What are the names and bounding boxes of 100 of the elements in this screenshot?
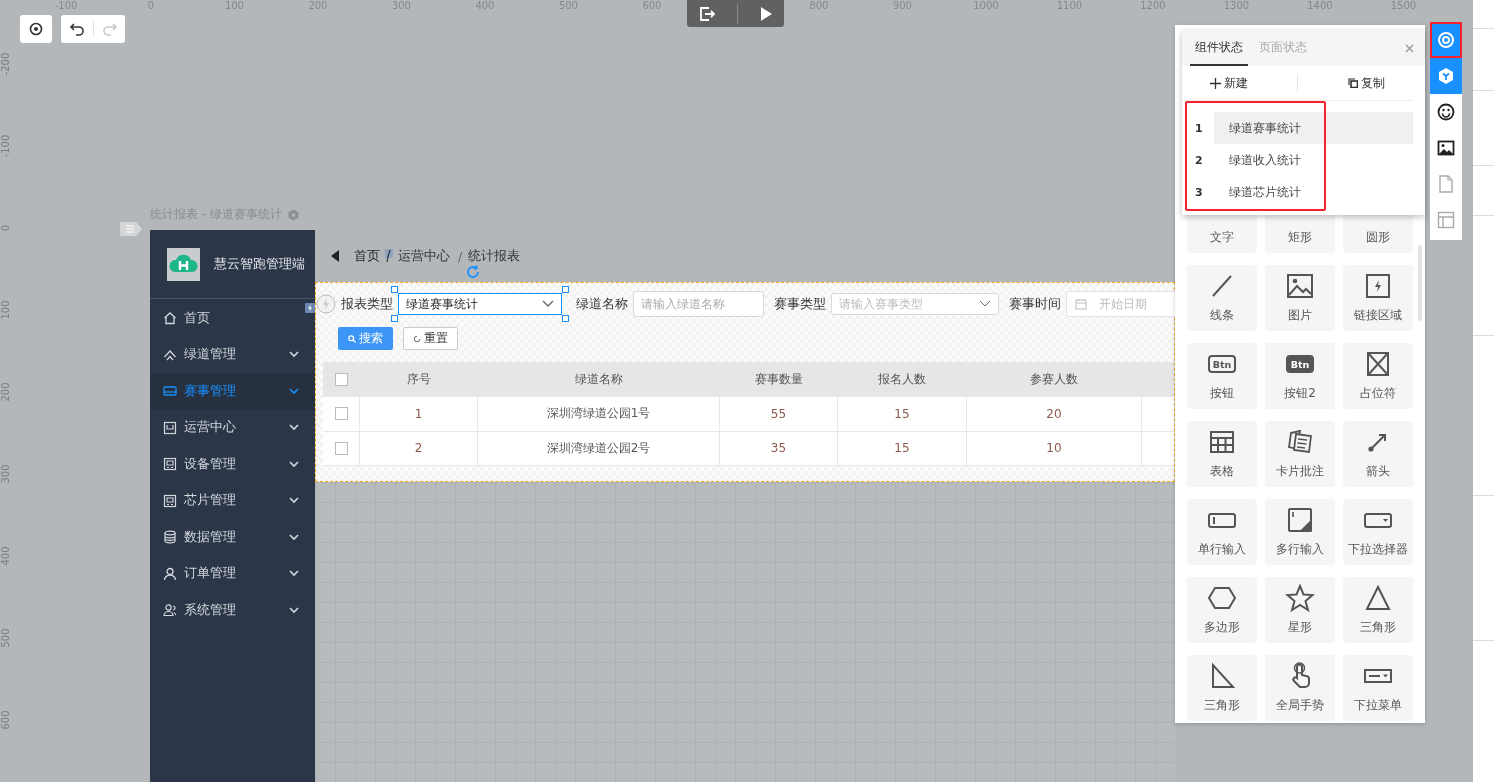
resize-handle[interactable] (562, 286, 569, 293)
ruler-label: 500 (0, 627, 12, 650)
component-tile[interactable]: Btn 按钮 (1187, 343, 1257, 409)
device-icon (163, 493, 177, 508)
filter-label: 赛事类型 (774, 295, 826, 313)
copy-button[interactable]: 复制 (1342, 73, 1392, 93)
triangle-icon (1363, 584, 1393, 612)
column-header: 绿道名称 (478, 362, 720, 396)
ruler-label: -100 (0, 133, 12, 160)
sidebar-menu-item[interactable]: 运营中心 (150, 409, 315, 446)
target-button[interactable] (20, 15, 52, 43)
resize-handle[interactable] (562, 315, 569, 322)
component-tile[interactable]: 表格 (1187, 421, 1257, 487)
image-icon (1285, 272, 1315, 300)
new-button[interactable]: 新建 (1203, 73, 1254, 93)
component-tile[interactable]: 多边形 (1187, 577, 1257, 643)
component-tile[interactable]: 下拉菜单 (1343, 655, 1413, 721)
reset-button[interactable]: 重置 (403, 327, 458, 350)
pin-icon (385, 249, 393, 263)
component-tile[interactable]: 卡片批注 (1265, 421, 1335, 487)
exit-icon[interactable] (697, 4, 716, 23)
breadcrumb-link[interactable]: 统计报表 (468, 247, 521, 265)
select-field[interactable]: 绿道赛事统计 (398, 293, 562, 315)
sidebar-menu-item[interactable]: 赛事管理 (150, 373, 315, 410)
state-item[interactable]: 绿道收入统计 (1214, 144, 1413, 176)
table-cell: 15 (838, 431, 967, 465)
database-icon (163, 530, 177, 545)
chevron-down-icon (289, 424, 299, 432)
state-number: 3 (1194, 185, 1204, 199)
layout-icon (1437, 211, 1455, 229)
state-number: 2 (1194, 153, 1204, 167)
chevron-down-icon (542, 300, 554, 308)
home-icon (163, 311, 177, 326)
device-icon (163, 457, 177, 472)
cube-icon (1437, 67, 1455, 85)
image-icon (1437, 139, 1455, 157)
breadcrumb-link[interactable]: 首页 (354, 247, 380, 265)
component-tile[interactable]: Btn 按钮2 (1265, 343, 1335, 409)
component-tile[interactable]: 三角形 (1187, 655, 1257, 721)
chevron-down-icon (289, 606, 299, 614)
table-cell: 1 (360, 397, 478, 431)
component-tile[interactable]: 占位符 (1343, 343, 1413, 409)
sidebar-menu-item[interactable]: 芯片管理 (150, 482, 315, 519)
ruler-label: 200 (0, 381, 12, 404)
ruler-label: 300 (0, 463, 12, 486)
card-icon (163, 384, 177, 399)
component-tile[interactable]: 链接区域 (1343, 265, 1413, 331)
checkbox[interactable] (334, 441, 348, 455)
textarea-icon (1285, 506, 1315, 534)
table-cell: 2 (360, 431, 478, 465)
user-icon (163, 566, 177, 581)
plus-icon (1209, 77, 1221, 89)
resize-handle[interactable] (391, 286, 398, 293)
component-tile[interactable]: 线条 (1187, 265, 1257, 331)
sidebar-menu-item[interactable]: 设备管理 (150, 446, 315, 483)
component-tile[interactable]: 三角形 (1343, 577, 1413, 643)
collapse-arrow-icon[interactable] (330, 249, 340, 263)
brand-name: 慧云智跑管理端 (214, 255, 305, 273)
table-cell: 20 (967, 397, 1142, 431)
component-tile[interactable]: 图片 (1265, 265, 1335, 331)
table-cell: 15 (838, 397, 967, 431)
state-item[interactable]: 绿道赛事统计 (1214, 112, 1413, 144)
sidebar-menu-item[interactable]: 首页 (150, 300, 315, 337)
checkbox[interactable] (334, 407, 348, 421)
sidebar-menu-item[interactable]: 绿道管理 (150, 336, 315, 373)
state-number: 1 (1194, 121, 1204, 135)
resize-handle[interactable] (391, 315, 398, 322)
checkbox[interactable] (334, 372, 348, 386)
reset-icon (413, 334, 421, 343)
page-menu-icon[interactable] (120, 222, 142, 236)
component-tile[interactable]: 单行输入 (1187, 499, 1257, 565)
play-icon[interactable] (759, 5, 774, 22)
ruler-label: 100 (0, 299, 12, 322)
component-tile[interactable]: 下拉选择器 (1343, 499, 1413, 565)
sidebar-menu-item[interactable]: 订单管理 (150, 555, 315, 592)
breadcrumb-link[interactable]: 运营中心 (398, 247, 450, 265)
ruler-label: -200 (0, 51, 12, 78)
redo-icon[interactable] (101, 22, 118, 36)
component-tile[interactable]: 箭头 (1343, 421, 1413, 487)
component-tile[interactable]: 星形 (1265, 577, 1335, 643)
close-icon[interactable] (1405, 44, 1414, 53)
sidebar-menu-item[interactable]: 数据管理 (150, 519, 315, 556)
chevron-down-icon (289, 497, 299, 505)
sidebar-menu-item[interactable]: 系统管理 (150, 592, 315, 629)
chevron-down-icon (289, 460, 299, 468)
undo-icon[interactable] (68, 22, 85, 36)
tab[interactable]: 组件状态 (1190, 30, 1248, 66)
board-icon (163, 420, 177, 435)
table-cell: 深圳湾绿道公园2号 (478, 431, 720, 465)
chevron-down-icon (289, 351, 299, 359)
rotate-icon[interactable] (466, 265, 480, 279)
component-tile[interactable]: 全局手势 (1265, 655, 1335, 721)
note-icon (1285, 428, 1315, 456)
breadcrumb-separator: / (458, 248, 463, 264)
file-icon (1437, 175, 1455, 193)
input-field[interactable]: 请输入绿道名称 (633, 291, 764, 317)
target-tool-button[interactable] (1430, 22, 1462, 58)
hexagon-icon (1207, 584, 1237, 612)
chevron-down-icon (289, 533, 299, 541)
component-tile[interactable]: 多行输入 (1265, 499, 1335, 565)
